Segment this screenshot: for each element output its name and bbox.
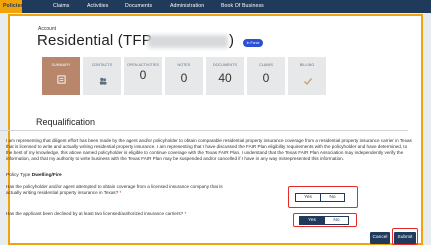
summary-icon — [57, 75, 66, 84]
question-1-yes[interactable]: Yes — [296, 194, 320, 201]
nav-book-of-business[interactable]: Book Of Business — [214, 0, 271, 13]
tile-open-activities[interactable]: OPEN ACTIVITIES 0 — [123, 56, 163, 96]
policy-type-value: Dwelling/Fire — [31, 173, 62, 178]
tile-summary[interactable]: SUMMARY — [41, 56, 81, 96]
redacted-account-name — [148, 35, 228, 48]
nav-activities[interactable]: Activities — [80, 0, 115, 13]
policy-type: Policy Type Dwelling/Fire — [6, 173, 62, 178]
required-mark: * — [119, 190, 122, 195]
account-title: Residential (TFP — [37, 32, 152, 49]
tile-claims[interactable]: CLAIMS 0 — [246, 56, 286, 96]
tile-value: 0 — [180, 71, 188, 85]
question-2-yes[interactable]: Yes — [300, 217, 324, 224]
question-1-text: Has the policyholder and/or agent attemp… — [6, 184, 223, 195]
question-2: Has the applicant been declined by at le… — [6, 211, 236, 217]
people-icon — [99, 77, 107, 85]
nav-documents[interactable]: Documents — [118, 0, 159, 13]
tile-value: 0 — [139, 68, 147, 82]
question-1-no[interactable]: No — [320, 194, 344, 201]
nav-administration[interactable]: Administration — [163, 0, 211, 13]
tile-value: 0 — [262, 71, 270, 85]
required-mark: * — [184, 211, 187, 216]
section-title: Requalification — [36, 117, 96, 127]
nav-claims[interactable]: Claims — [46, 0, 76, 13]
tile-label: SUMMARY — [51, 63, 71, 67]
tile-contacts[interactable]: CONTACTS — [82, 56, 122, 96]
tile-value: 40 — [218, 71, 232, 85]
question-1: Has the policyholder and/or agent attemp… — [6, 184, 236, 196]
tile-label: CONTACTS — [91, 63, 113, 67]
question-1-toggle[interactable]: Yes No — [295, 193, 345, 202]
tile-billing[interactable]: BILLING — [287, 56, 327, 96]
requalification-statement: I am representing that diligent effort h… — [6, 138, 412, 162]
cancel-button[interactable]: Cancel — [370, 232, 390, 244]
status-badge: In Force — [243, 39, 263, 47]
top-navigation: Policies Claims Activities Documents Adm… — [0, 0, 431, 13]
policy-type-label: Policy Type — [6, 173, 31, 178]
question-2-no[interactable]: No — [324, 217, 348, 224]
check-icon — [304, 78, 313, 86]
tile-documents[interactable]: DOCUMENTS 40 — [205, 56, 245, 96]
tile-label: OPEN ACTIVITIES — [126, 63, 160, 67]
submit-button[interactable]: Submit — [394, 232, 416, 244]
tile-label: NOTES — [177, 63, 191, 67]
divider — [0, 130, 408, 131]
nav-policies[interactable]: Policies — [0, 0, 23, 13]
tile-label: DOCUMENTS — [212, 63, 238, 67]
question-2-text: Has the applicant been declined by at le… — [6, 211, 184, 216]
account-title-end: ) — [229, 32, 234, 49]
tile-label: BILLING — [299, 63, 315, 67]
tile-notes[interactable]: NOTES 0 — [164, 56, 204, 96]
tile-label: CLAIMS — [259, 63, 273, 67]
question-2-toggle[interactable]: Yes No — [299, 216, 349, 225]
